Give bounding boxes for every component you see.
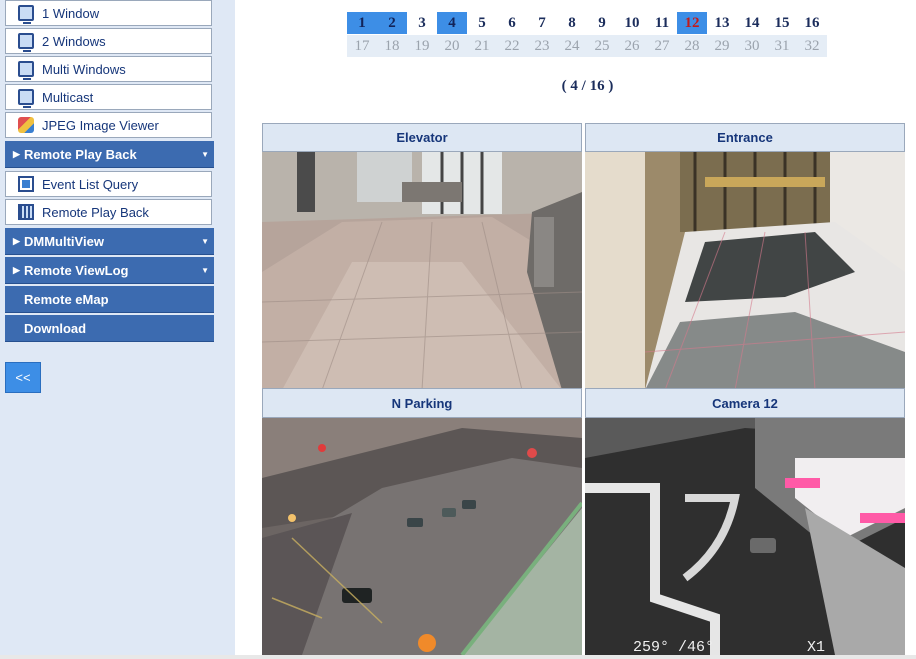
chevron-down-icon: ▼ <box>201 149 209 159</box>
section-remote-viewlog[interactable]: ▶ Remote ViewLog ▼ <box>5 257 214 284</box>
jpeg-icon <box>18 117 34 133</box>
monitor-icon <box>18 33 34 52</box>
menu-1-window[interactable]: 1 Window <box>5 0 212 26</box>
menu-event-list-query[interactable]: Event List Query <box>5 171 212 197</box>
camera-page-24[interactable]: 24 <box>557 35 587 57</box>
camera-page-26[interactable]: 26 <box>617 35 647 57</box>
sidebar: 1 Window 2 Windows Multi Windows Multica… <box>0 0 235 659</box>
camera-video-camera-12[interactable]: 259° /46° X1 <box>585 418 905 655</box>
chevron-right-icon: ▶ <box>13 148 20 159</box>
monitor-icon <box>18 5 34 24</box>
section-remote-play-back[interactable]: ▶ Remote Play Back ▼ <box>5 141 214 168</box>
camera-page-9[interactable]: 9 <box>587 12 617 34</box>
chevron-down-icon: ▼ <box>201 265 209 275</box>
camera-osd-zoom: X1 <box>807 639 825 655</box>
camera-title: Entrance <box>585 123 905 152</box>
camera-video-entrance[interactable] <box>585 152 905 390</box>
camera-page-15[interactable]: 15 <box>767 12 797 34</box>
camera-page-20[interactable]: 20 <box>437 35 467 57</box>
menu-download-label: Download <box>24 320 87 336</box>
menu-2-windows-label: 2 Windows <box>42 33 106 49</box>
camera-title: N Parking <box>262 388 582 418</box>
camera-page-21[interactable]: 21 <box>467 35 497 57</box>
camera-page-7[interactable]: 7 <box>527 12 557 34</box>
camera-page-31[interactable]: 31 <box>767 35 797 57</box>
section-dmmultiview-label: DMMultiView <box>24 233 104 249</box>
camera-page-12[interactable]: 12 <box>677 12 707 34</box>
camera-video-elevator[interactable] <box>262 152 582 390</box>
camera-page-14[interactable]: 14 <box>737 12 767 34</box>
camera-page-5[interactable]: 5 <box>467 12 497 34</box>
camera-page-18[interactable]: 18 <box>377 35 407 57</box>
menu-2-windows[interactable]: 2 Windows <box>5 28 212 54</box>
camera-page-10[interactable]: 10 <box>617 12 647 34</box>
camera-page-3[interactable]: 3 <box>407 12 437 34</box>
camera-page-8[interactable]: 8 <box>557 12 587 34</box>
menu-remote-emap-label: Remote eMap <box>24 291 109 307</box>
camera-title: Camera 12 <box>585 388 905 418</box>
menu-jpeg-image-viewer-label: JPEG Image Viewer <box>42 117 159 133</box>
monitor-icon <box>18 61 34 80</box>
event-icon <box>18 176 34 192</box>
camera-page-4[interactable]: 4 <box>437 12 467 34</box>
menu-multicast[interactable]: Multicast <box>5 84 212 110</box>
bottom-divider <box>0 655 916 659</box>
menu-event-list-query-label: Event List Query <box>42 176 139 192</box>
camera-page-16[interactable]: 16 <box>797 12 827 34</box>
camera-page-11[interactable]: 11 <box>647 12 677 34</box>
section-remote-play-back-label: Remote Play Back <box>24 146 137 162</box>
camera-page-29[interactable]: 29 <box>707 35 737 57</box>
camera-page-28[interactable]: 28 <box>677 35 707 57</box>
camera-page-30[interactable]: 30 <box>737 35 767 57</box>
camera-page-6[interactable]: 6 <box>497 12 527 34</box>
menu-multicast-label: Multicast <box>42 89 94 105</box>
camera-osd-angle: 259° /46° <box>633 639 714 655</box>
menu-remote-play-back[interactable]: Remote Play Back <box>5 199 212 225</box>
section-dmmultiview[interactable]: ▶ DMMultiView ▼ <box>5 228 214 255</box>
camera-page-2[interactable]: 2 <box>377 12 407 34</box>
camera-page-23[interactable]: 23 <box>527 35 557 57</box>
camera-page-25[interactable]: 25 <box>587 35 617 57</box>
menu-remote-emap[interactable]: Remote eMap <box>5 286 214 313</box>
menu-download[interactable]: Download <box>5 315 214 342</box>
menu-jpeg-image-viewer[interactable]: JPEG Image Viewer <box>5 112 212 138</box>
menu-multi-windows[interactable]: Multi Windows <box>5 56 212 82</box>
section-remote-viewlog-label: Remote ViewLog <box>24 262 129 278</box>
collapse-sidebar-button[interactable]: << <box>5 362 41 393</box>
camera-page-32[interactable]: 32 <box>797 35 827 57</box>
chevron-right-icon: ▶ <box>13 235 20 246</box>
camera-page-27[interactable]: 27 <box>647 35 677 57</box>
camera-page-1[interactable]: 1 <box>347 12 377 34</box>
camera-page-17[interactable]: 17 <box>347 35 377 57</box>
chevron-right-icon: ▶ <box>13 264 20 275</box>
monitor-icon <box>18 89 34 108</box>
menu-remote-play-back-label: Remote Play Back <box>42 204 149 220</box>
chevron-down-icon: ▼ <box>201 236 209 246</box>
camera-page-22[interactable]: 22 <box>497 35 527 57</box>
camera-page-19[interactable]: 19 <box>407 35 437 57</box>
camera-page-13[interactable]: 13 <box>707 12 737 34</box>
camera-video-n-parking[interactable] <box>262 418 582 655</box>
menu-multi-windows-label: Multi Windows <box>42 61 126 77</box>
menu-1-window-label: 1 Window <box>42 5 100 21</box>
camera-title: Elevator <box>262 123 582 152</box>
film-icon <box>18 204 34 220</box>
page-indicator: ( 4 / 16 ) <box>561 78 614 94</box>
